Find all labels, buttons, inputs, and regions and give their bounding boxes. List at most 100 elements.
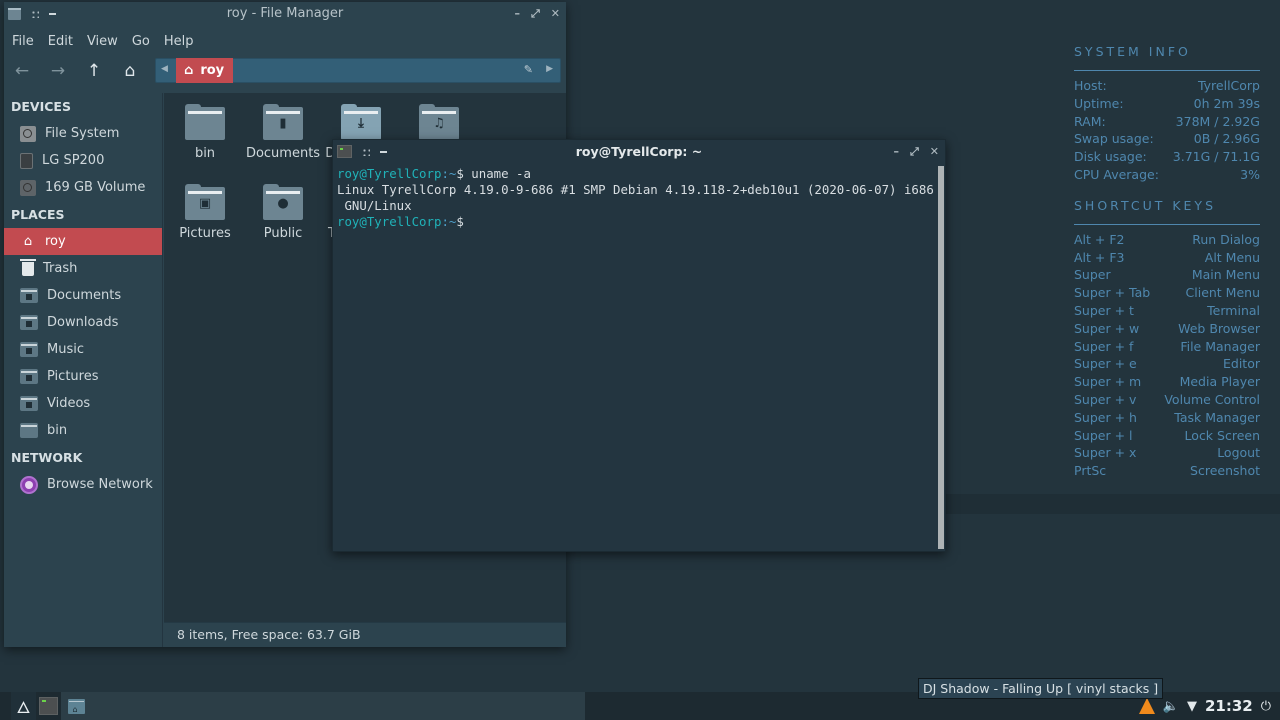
sidebar-item-documents[interactable]: Documents [4, 282, 162, 309]
sidebar-item-label: Music [47, 342, 84, 357]
shortcut-action: Screenshot [1190, 463, 1260, 479]
folder-documents-icon [20, 288, 38, 303]
shortcut-row: PrtSc Screenshot [1074, 462, 1260, 480]
shortcut-row: Alt + F2 Run Dialog [1074, 231, 1260, 249]
shortcut-key: Super + e [1074, 356, 1137, 372]
folder-public-icon: ● [263, 184, 303, 220]
shortcut-key: Super + v [1074, 391, 1137, 407]
shortcut-action: Logout [1217, 445, 1260, 461]
sidebar-item-label: LG SP200 [42, 153, 105, 168]
info-label: Host: [1074, 78, 1107, 93]
up-button[interactable]: ↑ [76, 61, 112, 81]
sidebar-item-browse-network[interactable]: Browse Network [4, 471, 162, 498]
scrollbar[interactable] [938, 166, 944, 549]
menu-view[interactable]: View [87, 34, 125, 49]
sidebar-item-file-system[interactable]: File System [4, 120, 162, 147]
shortcut-action: Main Menu [1191, 267, 1260, 283]
folder-documents-icon: ▮ [263, 104, 303, 140]
file-item-bin[interactable]: bin [166, 104, 244, 161]
menu-help[interactable]: Help [164, 34, 201, 49]
terminal-line: roy@TyrellCorp:~$ uname -a [337, 166, 937, 182]
task-file-manager[interactable]: ⌂ [61, 692, 91, 720]
drive-icon [20, 125, 36, 142]
terminal-output[interactable]: roy@TyrellCorp:~$ uname -a Linux TyrellCo… [336, 166, 937, 548]
menu-file[interactable]: File [12, 34, 41, 49]
menu-edit[interactable]: Edit [48, 34, 80, 49]
close-icon[interactable]: ✕ [930, 145, 939, 159]
terminal-line: Linux TyrellCorp 4.19.0-9-686 #1 SMP Deb… [337, 182, 934, 197]
maximize-icon[interactable]: ⤢ [531, 7, 540, 21]
file-label: Public [263, 226, 303, 241]
sidebar-item-downloads[interactable]: Downloads [4, 309, 162, 336]
shortcut-action: Alt Menu [1204, 249, 1260, 265]
device-icon [20, 152, 33, 169]
media-tooltip: DJ Shadow - Falling Up [ vinyl stacks ] [918, 678, 1164, 699]
volume-icon[interactable]: 🔈 [1163, 699, 1179, 714]
minimize-icon[interactable]: – [893, 145, 899, 159]
path-bar[interactable]: ◀ ⌂ roy ✎ ▶ [155, 58, 561, 83]
sidebar-item-pictures[interactable]: Pictures [4, 363, 162, 390]
forward-button[interactable]: → [40, 61, 76, 81]
shortcut-key: PrtSc [1074, 463, 1107, 479]
info-value: 0B / 2.96G [1193, 131, 1260, 147]
sidebar-item-label: 169 GB Volume [45, 180, 146, 195]
status-bar: 8 items, Free space: 63.7 GiB [164, 622, 566, 647]
scroll-right-icon[interactable]: ▶ [546, 64, 553, 74]
shortcut-row: Super + f File Manager [1074, 338, 1260, 356]
file-item-documents[interactable]: ▮ Documents [244, 104, 322, 161]
shortcut-action: File Manager [1180, 338, 1260, 354]
shortcut-row: Super + e Editor [1074, 355, 1260, 373]
sidebar-item-label: File System [45, 126, 120, 141]
home-icon: ⌂ [23, 233, 33, 249]
path-crumb-home[interactable]: ⌂ roy [176, 58, 233, 83]
sidebar-heading-places: PLACES [11, 207, 65, 222]
shortcut-key: Super + l [1074, 427, 1133, 443]
sidebar-item-music[interactable]: Music [4, 336, 162, 363]
sidebar-item-bin[interactable]: bin [4, 417, 162, 444]
sidebar-item-videos[interactable]: Videos [4, 390, 162, 417]
minimize-icon[interactable]: – [514, 7, 520, 21]
home-button[interactable]: ⌂ [112, 61, 148, 81]
info-row: RAM: 378M / 2.92G [1074, 113, 1260, 131]
sidebar-item-lg-sp200[interactable]: LG SP200 [4, 147, 162, 174]
sidebar: DEVICES File System LG SP200 169 GB Volu… [4, 93, 163, 647]
sidebar-item-label: Downloads [47, 315, 119, 330]
drive-icon [20, 179, 36, 196]
shortcut-row: Super + Tab Client Menu [1074, 284, 1260, 302]
sidebar-item-roy[interactable]: ⌂ roy [4, 228, 162, 255]
sidebar-item-label: Trash [43, 261, 78, 276]
task-terminal[interactable] [36, 692, 61, 720]
home-icon: ⌂ [184, 63, 194, 78]
folder-downloads-icon [20, 315, 38, 330]
close-icon[interactable]: ✕ [551, 7, 560, 21]
edit-path-icon[interactable]: ✎ [524, 63, 533, 76]
shortcut-key: Super + f [1074, 338, 1134, 354]
sidebar-item-label: roy [45, 234, 66, 249]
home-icon: ⌂ [124, 61, 136, 81]
sidebar-item-label: Pictures [47, 369, 99, 384]
sidebar-item-volume[interactable]: 169 GB Volume [4, 174, 162, 201]
file-item-pictures[interactable]: ▣ Pictures [166, 184, 244, 241]
sidebar-item-trash[interactable]: Trash [4, 255, 162, 282]
info-row: Uptime: 0h 2m 39s [1074, 95, 1260, 113]
shortcut-action: Run Dialog [1192, 231, 1260, 247]
maximize-icon[interactable]: ⤢ [910, 145, 919, 159]
shortcut-key: Super + x [1074, 445, 1137, 461]
shortcut-action: Lock Screen [1184, 427, 1260, 443]
app-launcher-button[interactable]: 🜂 [11, 692, 36, 720]
scroll-left-icon[interactable]: ◀ [161, 64, 168, 74]
folder-pictures-icon [20, 369, 38, 384]
terminal-titlebar[interactable]: roy@TyrellCorp: ~ – ⤢ ✕ [333, 140, 945, 164]
vlc-icon[interactable] [1138, 698, 1155, 714]
shortcut-action: Editor [1223, 356, 1260, 372]
menu-go[interactable]: Go [132, 34, 157, 49]
clock[interactable]: 21:32 [1205, 697, 1253, 715]
wifi-icon[interactable]: ▼ [1187, 699, 1197, 714]
back-button[interactable]: ← [4, 61, 40, 81]
power-icon[interactable]: ⏻ [1261, 699, 1271, 714]
trash-icon [20, 258, 36, 276]
file-manager-titlebar[interactable]: roy - File Manager – ⤢ ✕ [4, 2, 566, 27]
info-row: Disk usage: 3.71G / 71.1G [1074, 148, 1260, 166]
file-item-public[interactable]: ● Public [244, 184, 322, 241]
shortcut-key: Super + Tab [1074, 285, 1151, 301]
